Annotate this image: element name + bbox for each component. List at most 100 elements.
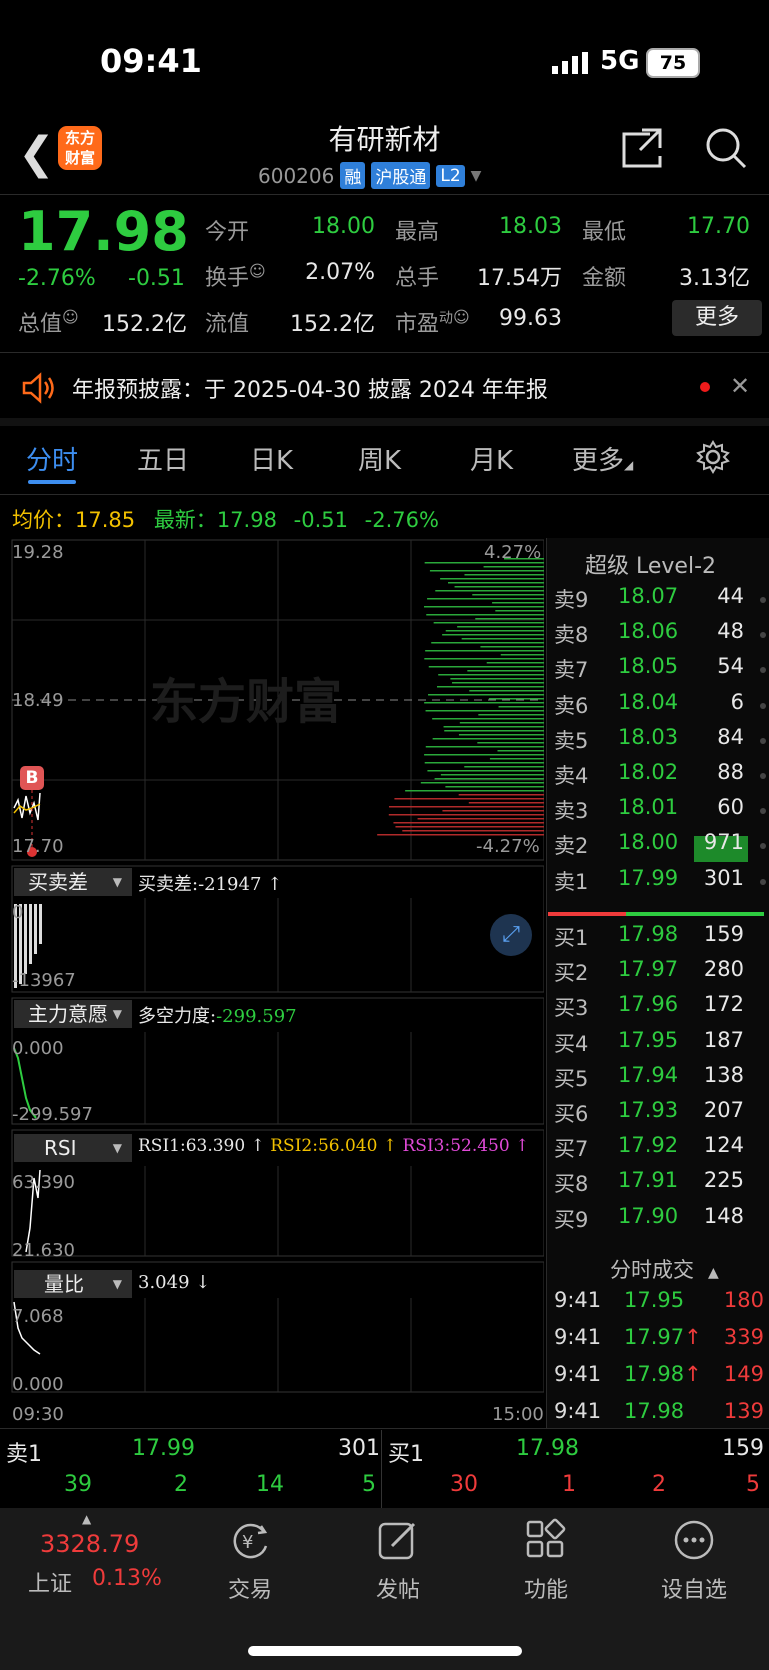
notice-text[interactable]: 年报预披露：于 2025-04-30 披露 2024 年年报 — [72, 372, 548, 404]
nav-functions[interactable]: 功能 — [520, 1572, 572, 1604]
trade-icon[interactable]: ¥ — [228, 1518, 272, 1562]
indicator-select-volume-ratio[interactable]: 量比 ▼ — [14, 1270, 132, 1298]
bid-row[interactable]: 买2 17.97 280 — [554, 957, 754, 991]
post-icon[interactable] — [376, 1518, 420, 1562]
ask-volume: 971 — [703, 830, 744, 855]
ask-level-label: 卖6 — [554, 693, 589, 718]
bid-queue-1: 30 — [450, 1472, 478, 1497]
depth-bar — [458, 734, 544, 736]
tab-intraday[interactable]: 分时 — [26, 440, 78, 477]
depth-bar — [388, 806, 544, 808]
index-pct[interactable]: 0.13% — [92, 1566, 162, 1591]
time-end: 15:00 — [492, 1404, 544, 1425]
bid-volume: 172 — [703, 992, 744, 1017]
depth-bar — [452, 682, 544, 684]
tick-price: 17.98↑ — [624, 1362, 702, 1386]
ask-row[interactable]: 卖5 18.03 84 — [554, 724, 766, 759]
ask-row[interactable]: 卖7 18.05 54 — [554, 654, 766, 688]
rsi-axis-bottom: 21.630 — [12, 1240, 75, 1261]
tab-monthly-k[interactable]: 月K — [470, 440, 513, 477]
ask-row[interactable]: 卖3 18.01 60 — [554, 795, 766, 829]
ask-price: 18.01 — [618, 795, 679, 820]
unread-dot — [700, 382, 710, 392]
ask-price: 17.99 — [618, 865, 679, 890]
indicator-select-diff[interactable]: 买卖差 ▼ — [14, 868, 132, 896]
depth-bar — [464, 766, 544, 768]
bid-volume: 138 — [703, 1062, 744, 1087]
bid-row[interactable]: 买5 17.94 138 — [554, 1063, 754, 1097]
ask-row[interactable]: 卖2 18.00 971 — [554, 830, 766, 864]
nav-post[interactable]: 发帖 — [372, 1572, 424, 1604]
depth-bar — [427, 770, 544, 772]
depth-bar — [468, 802, 544, 804]
bid-row[interactable]: 买9 17.90 148 — [554, 1204, 754, 1238]
depth-bar — [475, 618, 544, 620]
ask-row[interactable]: 卖9 18.07 44 — [554, 584, 766, 618]
bid-row[interactable]: 买1 17.98 159 — [554, 922, 754, 956]
nav-watchlist[interactable]: 设自选 — [654, 1572, 734, 1604]
chevron-up-icon[interactable]: ▲ — [82, 1512, 91, 1526]
ask-level-label: 卖7 — [554, 658, 589, 683]
rsi-values: RSI1:63.390 ↑ RSI2:56.040 ↑ RSI3:52.450 … — [138, 1136, 530, 1156]
bid-row[interactable]: 买4 17.95 187 — [554, 1028, 754, 1062]
index-name[interactable]: 上证 — [28, 1566, 72, 1598]
share-icon[interactable] — [620, 126, 664, 170]
info-icon[interactable]: ☺ — [453, 308, 470, 327]
depth-bar — [433, 622, 544, 624]
low-label: 最低 — [582, 220, 627, 245]
ask-row[interactable]: 卖6 18.04 6 — [554, 690, 766, 724]
high-value: 18.03 — [499, 214, 562, 239]
depth-histogram — [377, 558, 544, 836]
nav-trade[interactable]: 交易 — [224, 1572, 276, 1604]
orderbook-title[interactable]: 超级 Level-2 — [585, 548, 716, 580]
ask-row[interactable]: 卖4 18.02 88 — [554, 760, 766, 794]
tag-margin: 融 — [340, 162, 366, 189]
y-axis-top: 19.28 — [12, 542, 64, 563]
amount-label: 金额 — [582, 266, 627, 291]
tab-more[interactable]: 更多◢ — [572, 440, 633, 477]
indicator-select-rsi[interactable]: RSI ▼ — [14, 1134, 132, 1162]
bid-row[interactable]: 买7 17.92 124 — [554, 1133, 754, 1167]
bid-price: 17.90 — [618, 1203, 679, 1228]
more-dots-icon[interactable] — [672, 1518, 716, 1562]
bid-level-label: 买5 — [554, 1066, 589, 1091]
bid-level-label: 买6 — [554, 1102, 589, 1126]
close-icon[interactable]: ✕ — [730, 372, 750, 400]
ticks-title[interactable]: 分时成交 ▲ — [610, 1254, 719, 1284]
bid-row[interactable]: 买3 17.96 172 — [554, 992, 754, 1026]
depth-bar — [498, 706, 544, 708]
chevron-down-icon[interactable]: ▼ — [471, 168, 482, 184]
depth-bar — [497, 750, 544, 752]
bid-price: 17.98 — [618, 922, 679, 946]
tab-underline — [28, 480, 76, 484]
more-button[interactable]: 更多 — [672, 300, 762, 336]
tick-volume: 149 — [723, 1362, 764, 1386]
tab-daily-k[interactable]: 日K — [250, 440, 293, 477]
indicator-select-power[interactable]: 主力意愿 ▼ — [14, 1000, 132, 1028]
grid-icon[interactable] — [524, 1518, 568, 1562]
tab-weekly-k[interactable]: 周K — [358, 440, 401, 477]
bid-row[interactable]: 买8 17.91 225 — [554, 1168, 754, 1202]
mini-bid-label: 买1 — [388, 1442, 424, 1467]
depth-bar — [426, 614, 544, 616]
expand-icon[interactable]: ⤢ — [490, 914, 532, 956]
depth-bar — [424, 702, 544, 704]
ask-volume: 84 — [717, 724, 744, 749]
bid-price: 17.94 — [618, 1062, 679, 1087]
ask-volume: 44 — [717, 584, 744, 608]
ask-row[interactable]: 卖8 18.06 48 — [554, 619, 766, 653]
info-icon[interactable]: ☺ — [249, 262, 266, 281]
index-value[interactable]: 3328.79 — [40, 1530, 139, 1558]
search-icon[interactable] — [704, 126, 748, 170]
depth-bar — [444, 730, 544, 732]
ask-row[interactable]: 卖1 17.99 301 — [554, 865, 766, 900]
tab-five-day[interactable]: 五日 — [137, 440, 189, 477]
info-icon[interactable]: ☺ — [62, 308, 79, 327]
bid-row[interactable]: 买6 17.93 207 — [554, 1098, 754, 1132]
depth-bar — [388, 814, 544, 816]
tick-time: 9:41 — [554, 1288, 602, 1312]
buy-marker[interactable]: B — [20, 766, 44, 790]
gear-icon[interactable] — [696, 440, 730, 474]
depth-bar — [425, 746, 544, 748]
change-amount: -0.51 — [128, 266, 185, 291]
